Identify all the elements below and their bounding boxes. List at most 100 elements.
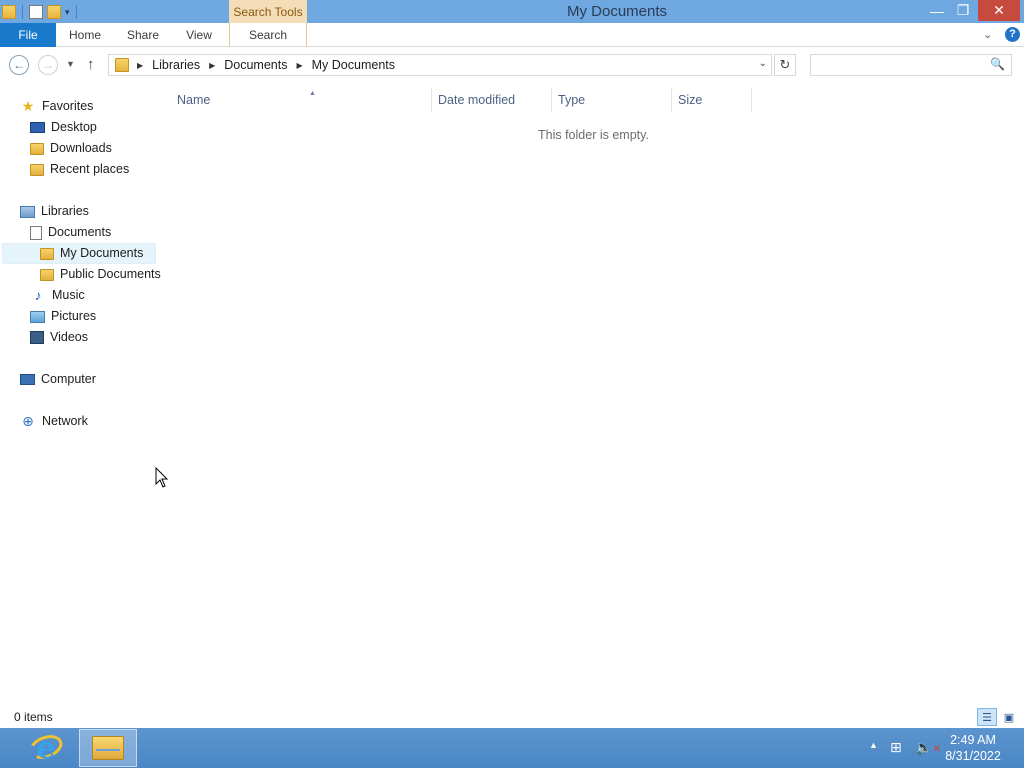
expand-ribbon-icon[interactable]: ⌄ xyxy=(983,28,997,42)
address-bar[interactable]: ▶ Libraries ▶ Documents ▶ My Documents ⌄ xyxy=(108,54,772,76)
sidebar-item-favorites[interactable]: ★ Favorites xyxy=(20,96,94,117)
ribbon-tabs: File Home Share View Search ⌄ ? xyxy=(0,23,1024,47)
show-hidden-icons-chevron-icon[interactable]: ▲ xyxy=(869,740,878,750)
restore-button[interactable]: ❐ xyxy=(950,0,976,21)
sidebar-item-label: Documents xyxy=(48,225,112,239)
desktop-icon xyxy=(30,122,45,133)
sidebar-item-label: Desktop xyxy=(51,120,97,134)
explorer-window-icon[interactable] xyxy=(2,5,16,19)
sidebar-item-videos[interactable]: Videos xyxy=(30,327,88,348)
qat-divider xyxy=(75,5,77,19)
sidebar-item-label: My Documents xyxy=(60,246,144,260)
clock-date: 8/31/2022 xyxy=(945,749,1001,763)
crumb-separator[interactable]: ▶ xyxy=(209,61,215,70)
libraries-icon xyxy=(20,205,35,218)
music-icon: ♪ xyxy=(34,287,42,303)
file-list[interactable]: Name ▲ Date modified Type Size This fold… xyxy=(158,88,1024,706)
sidebar-item-label: Downloads xyxy=(50,141,112,155)
forward-button[interactable]: → xyxy=(38,55,58,75)
tab-share[interactable]: Share xyxy=(114,23,172,47)
sidebar-item-label: Recent places xyxy=(50,162,130,176)
videos-icon xyxy=(30,331,44,344)
quick-access-toolbar: ▾ xyxy=(2,3,79,21)
details-view-button[interactable]: ☰ xyxy=(977,708,997,726)
column-header-type[interactable]: Type xyxy=(552,88,672,112)
downloads-folder-icon xyxy=(30,142,44,155)
column-header-name[interactable]: Name ▲ xyxy=(171,88,432,112)
sidebar-item-recent-places[interactable]: Recent places xyxy=(30,159,129,180)
large-icons-view-button[interactable]: ▣ xyxy=(999,708,1019,726)
sidebar-item-pictures[interactable]: Pictures xyxy=(30,306,96,327)
recent-places-icon xyxy=(30,163,44,176)
documents-library-icon xyxy=(30,225,42,240)
new-folder-icon[interactable] xyxy=(47,5,61,19)
internet-explorer-icon: e xyxy=(36,730,56,766)
sidebar-item-network[interactable]: ⊕ Network xyxy=(20,411,88,432)
navigation-pane: ★ Favorites Desktop Downloads Recent pla… xyxy=(0,90,161,706)
large-icons-view-icon: ▣ xyxy=(1003,711,1015,724)
breadcrumb-my-documents[interactable]: My Documents xyxy=(312,58,395,72)
minimize-button[interactable]: — xyxy=(924,0,950,21)
sidebar-item-label: Pictures xyxy=(51,309,97,323)
refresh-button[interactable]: ↻ xyxy=(774,54,796,76)
taskbar-internet-explorer[interactable]: e xyxy=(26,730,66,766)
search-icon[interactable]: 🔍 xyxy=(990,57,1005,71)
star-icon: ★ xyxy=(21,98,35,114)
recent-locations-dropdown[interactable]: ▼ xyxy=(66,59,75,69)
sidebar-item-computer[interactable]: Computer xyxy=(20,369,96,390)
up-button[interactable]: ↑ xyxy=(87,56,95,73)
sidebar-item-downloads[interactable]: Downloads xyxy=(30,138,112,159)
crumb-separator[interactable]: ▶ xyxy=(137,61,143,70)
search-tools-context-tab[interactable]: Search Tools xyxy=(229,0,307,23)
sidebar-item-documents[interactable]: Documents xyxy=(30,222,111,243)
folder-icon xyxy=(40,268,54,281)
search-input[interactable] xyxy=(811,55,987,75)
tab-home[interactable]: Home xyxy=(56,23,114,47)
pictures-icon xyxy=(30,310,45,323)
sidebar-item-desktop[interactable]: Desktop xyxy=(30,117,97,138)
sidebar-item-music[interactable]: ♪ Music xyxy=(30,285,85,306)
clock-time: 2:49 AM xyxy=(950,733,996,747)
sort-ascending-icon: ▲ xyxy=(309,90,316,97)
help-icon[interactable]: ? xyxy=(1005,27,1020,42)
navigation-bar: ← → ▼ ↑ ▶ Libraries ▶ Documents ▶ My Doc… xyxy=(0,48,1024,84)
back-button[interactable]: ← xyxy=(9,55,29,75)
qat-divider xyxy=(22,5,23,19)
sidebar-item-label: Computer xyxy=(41,372,96,386)
sidebar-item-libraries[interactable]: Libraries xyxy=(20,201,89,222)
column-header-date-modified[interactable]: Date modified xyxy=(432,88,552,112)
network-icon: ⊕ xyxy=(22,413,34,429)
sidebar-item-label: Music xyxy=(52,288,85,302)
empty-folder-text: This folder is empty. xyxy=(538,128,649,142)
taskbar: e ▲ ⊞ 🔈✕ 2:49 AM 8/31/2022 xyxy=(0,728,1024,768)
sidebar-item-public-documents[interactable]: Public Documents xyxy=(40,264,161,285)
mouse-pointer-icon xyxy=(155,467,169,488)
tab-view[interactable]: View xyxy=(172,23,226,47)
file-explorer-icon xyxy=(92,736,124,760)
computer-icon xyxy=(20,374,35,385)
details-view-icon: ☰ xyxy=(982,711,992,724)
column-header-label: Name xyxy=(177,93,211,107)
window-title: My Documents xyxy=(566,3,668,20)
tab-file[interactable]: File xyxy=(0,23,56,47)
library-location-icon xyxy=(115,58,129,72)
folder-icon xyxy=(40,247,54,260)
qat-customize-icon[interactable]: ▾ xyxy=(65,7,70,18)
sidebar-item-label: Favorites xyxy=(42,99,94,113)
taskbar-file-explorer[interactable] xyxy=(79,729,137,767)
sidebar-item-label: Videos xyxy=(50,330,88,344)
crumb-separator[interactable]: ▶ xyxy=(296,61,302,70)
breadcrumb-libraries[interactable]: Libraries xyxy=(152,58,200,72)
column-header-size[interactable]: Size xyxy=(672,88,752,112)
system-clock[interactable]: 2:49 AM 8/31/2022 xyxy=(936,732,1010,764)
item-count: 0 items xyxy=(14,710,53,724)
close-button[interactable]: ✕ xyxy=(978,0,1020,21)
breadcrumb-documents[interactable]: Documents xyxy=(224,58,287,72)
sidebar-item-my-documents[interactable]: My Documents xyxy=(2,243,156,264)
address-history-dropdown[interactable]: ⌄ xyxy=(759,58,767,69)
status-bar: 0 items ☰ ▣ xyxy=(0,706,1024,728)
sidebar-item-label: Libraries xyxy=(41,204,89,218)
network-status-icon[interactable]: ⊞ xyxy=(890,739,902,756)
properties-icon[interactable] xyxy=(29,5,43,19)
tab-search[interactable]: Search xyxy=(229,23,307,47)
